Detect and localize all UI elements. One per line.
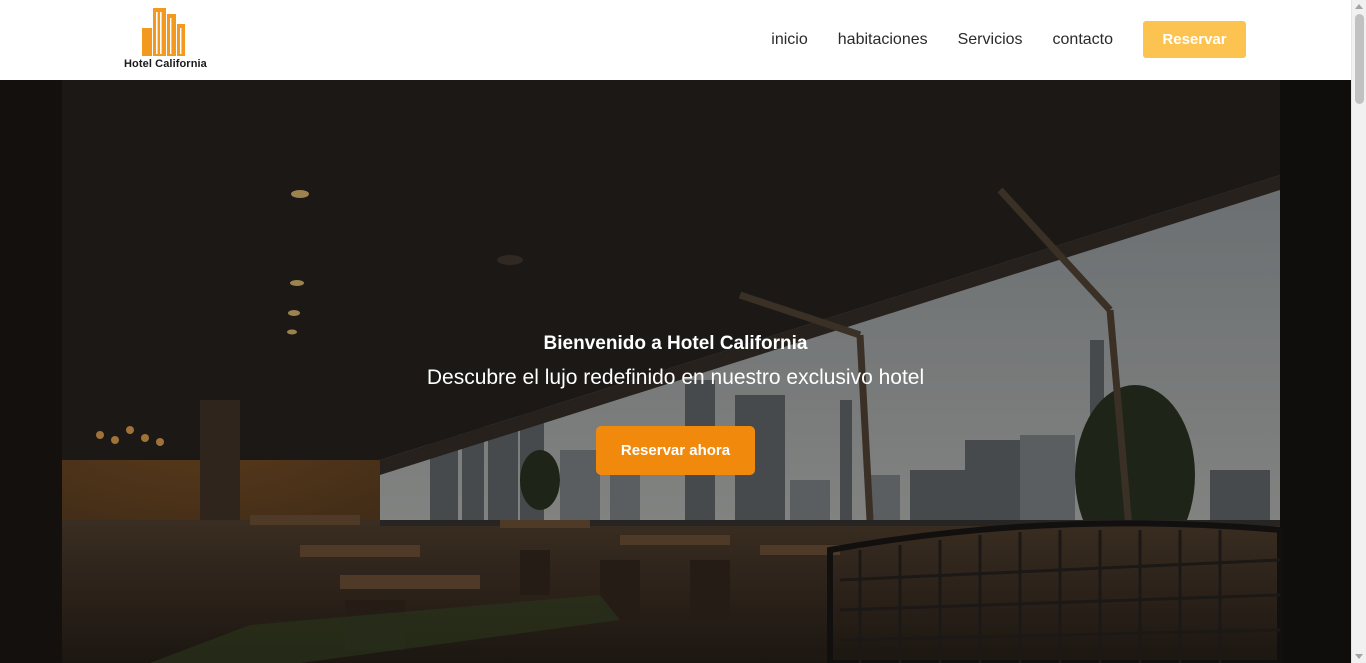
logo-text: Hotel California [124, 58, 207, 70]
page: Hotel California inicio habitaciones Ser… [0, 0, 1366, 663]
scroll-thumb[interactable] [1355, 14, 1364, 104]
scroll-up-icon[interactable] [1355, 4, 1363, 9]
nav-link-contacto[interactable]: contacto [1053, 31, 1113, 49]
reserve-now-button[interactable]: Reservar ahora [596, 426, 755, 475]
hotel-logo[interactable]: Hotel California [122, 6, 208, 72]
nav-link-inicio[interactable]: inicio [771, 31, 807, 49]
hero-subtitle: Descubre el lujo redefinido en nuestro e… [426, 366, 925, 389]
page-scrollbar[interactable] [1351, 0, 1366, 663]
scroll-down-icon[interactable] [1355, 654, 1363, 659]
main-nav: inicio habitaciones Servicios contacto R… [771, 21, 1246, 58]
hero-content: Bienvenido a Hotel California Descubre e… [0, 330, 1351, 475]
site-header: Hotel California inicio habitaciones Ser… [0, 0, 1351, 80]
reserve-button[interactable]: Reservar [1143, 21, 1246, 58]
hero-title: Bienvenido a Hotel California [543, 333, 808, 354]
hero-section: Bienvenido a Hotel California Descubre e… [0, 80, 1351, 663]
nav-link-habitaciones[interactable]: habitaciones [838, 31, 928, 49]
nav-link-servicios[interactable]: Servicios [958, 31, 1023, 49]
building-icon [142, 8, 185, 56]
